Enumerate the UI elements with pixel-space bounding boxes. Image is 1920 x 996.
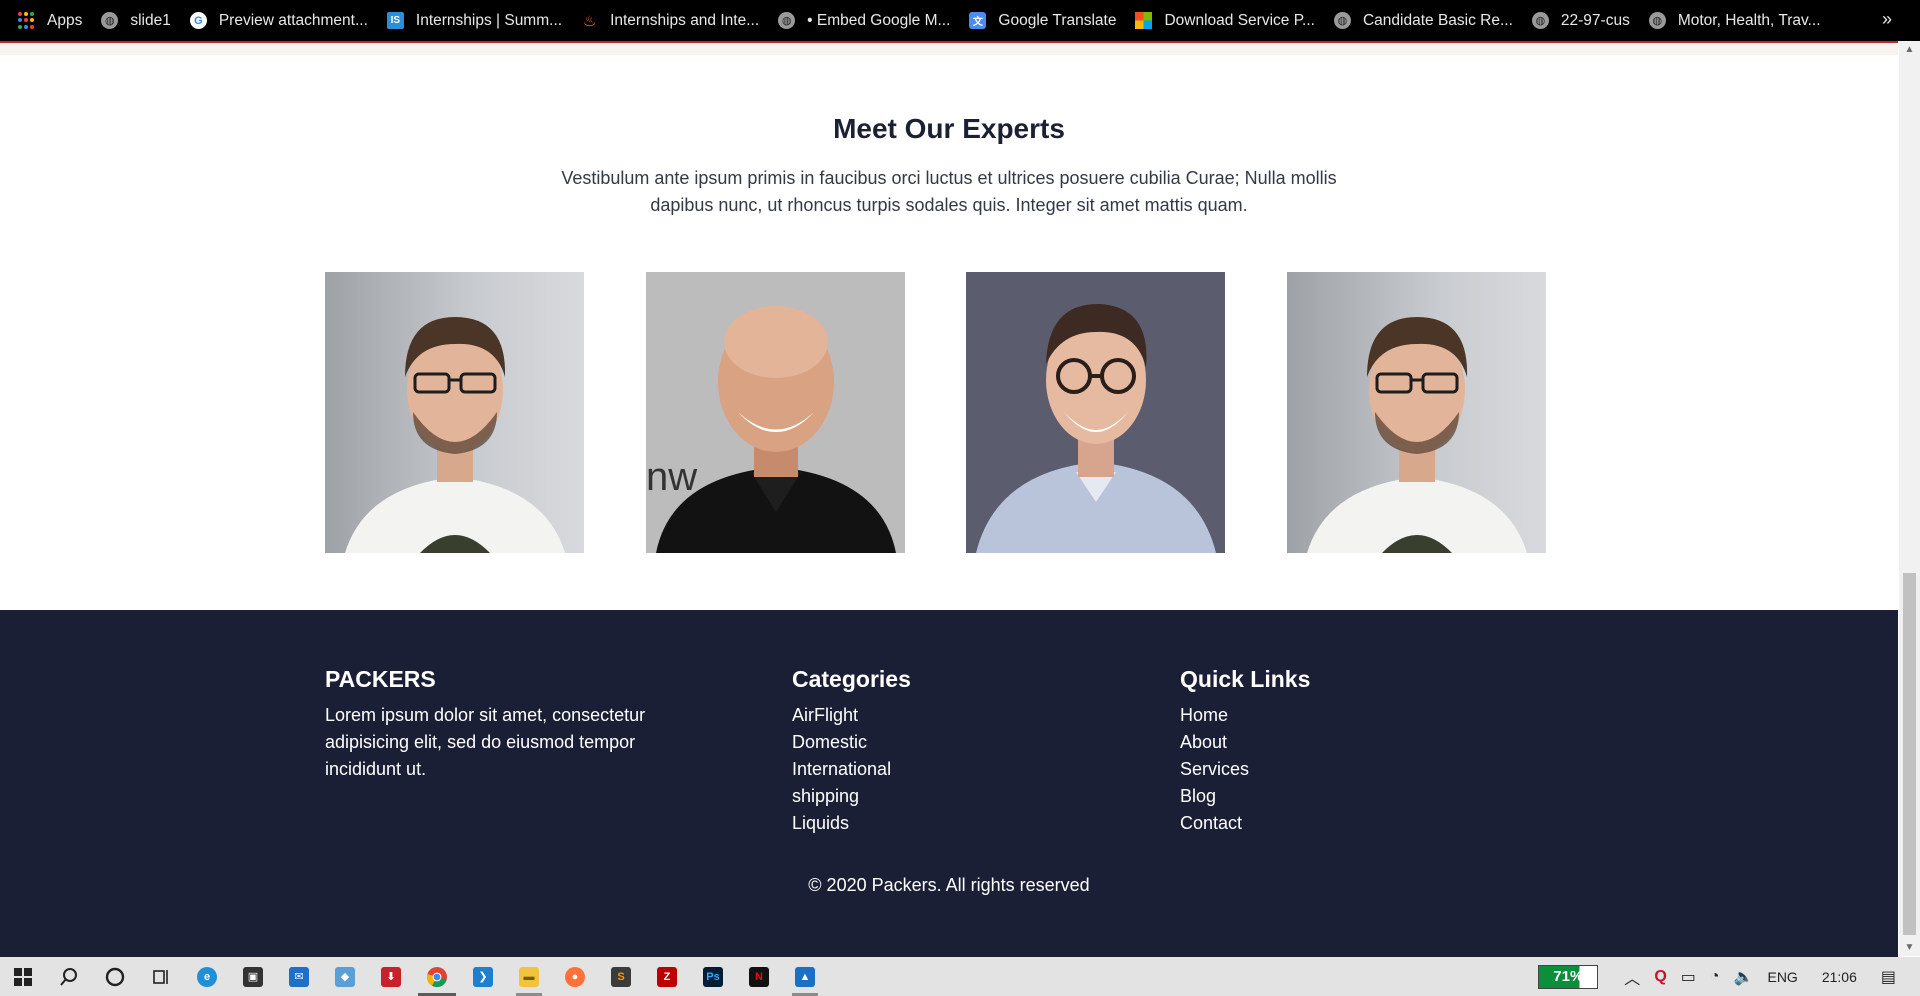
store-icon[interactable]: ▣ — [230, 957, 276, 996]
bookmark-label: slide1 — [130, 11, 171, 29]
footer-brand-text: Lorem ipsum dolor sit amet, consectetur … — [325, 705, 646, 779]
task-view-icon[interactable] — [138, 957, 184, 996]
mail-icon[interactable]: ✉ — [276, 957, 322, 996]
google-icon: G — [189, 12, 207, 29]
chrome-icon[interactable] — [414, 957, 460, 996]
bookmark-candidate-basic[interactable]: ◍ Candidate Basic Re... — [1333, 11, 1513, 30]
wifi-icon[interactable]: ◔ — [1710, 968, 1720, 986]
bookmark-label: Motor, Health, Trav... — [1677, 11, 1821, 29]
scroll-down-arrow-icon[interactable]: ▼ — [1899, 939, 1920, 956]
quick-heal-icon[interactable]: Q — [1654, 968, 1666, 986]
clock[interactable]: 21:06 — [1822, 969, 1857, 985]
bookmark-label: Preview attachment... — [218, 11, 368, 29]
bookmark-apps[interactable]: Apps — [18, 12, 82, 30]
windows-taskbar: e ▣ ✉ ◆ ⬇ ❯ ▬ ● S Z Ps N ▲ 71% ︿ Q ▭ ◔ 🔈… — [0, 957, 1920, 996]
bookmark-motor-health[interactable]: ◍ Motor, Health, Trav... — [1648, 11, 1821, 30]
footer-quick-links-title: Quick Links — [1180, 666, 1311, 692]
flame-icon: ♨ — [582, 12, 597, 30]
bookmark-label: Apps — [47, 11, 83, 29]
app-icon[interactable]: ◆ — [322, 957, 368, 996]
globe-icon: ◍ — [1648, 12, 1666, 29]
bookmark-22-97-cus[interactable]: ◍ 22-97-cus — [1531, 11, 1630, 30]
globe-icon: ◍ — [778, 12, 796, 29]
battery-icon[interactable]: ▭ — [1681, 967, 1696, 987]
expert-photo-3 — [966, 272, 1225, 553]
battery-indicator[interactable]: 71% — [1538, 964, 1599, 989]
scroll-thumb[interactable] — [1903, 573, 1916, 935]
downloader-icon[interactable]: ⬇ — [368, 957, 414, 996]
file-explorer-icon[interactable]: ▬ — [506, 957, 552, 996]
category-link-liquids[interactable]: Liquids — [792, 810, 891, 837]
quick-link-contact[interactable]: Contact — [1180, 810, 1249, 837]
scroll-up-arrow-icon[interactable]: ▲ — [1899, 41, 1920, 58]
volume-icon[interactable]: 🔈 — [1734, 967, 1754, 987]
netflix-icon[interactable]: N — [736, 957, 782, 996]
chevron-up-icon[interactable]: ︿ — [1624, 965, 1640, 989]
notifications-icon[interactable]: ▤ — [1881, 967, 1896, 987]
bookmark-embed-google-maps[interactable]: ◍ • Embed Google M... — [778, 12, 950, 30]
bookmark-google-translate[interactable]: 文 Google Translate — [969, 12, 1116, 30]
experts-description: Vestibulum ante ipsum primis in faucibus… — [561, 168, 1337, 215]
firefox-icon[interactable]: ● — [552, 957, 598, 996]
vscode-icon[interactable]: ❯ — [460, 957, 506, 996]
internshala-icon: IS — [386, 12, 404, 29]
more-bookmarks-button[interactable]: » — [1882, 9, 1892, 30]
globe-icon: ◍ — [1531, 12, 1549, 29]
quick-link-blog[interactable]: Blog — [1180, 783, 1249, 810]
bookmark-label: Download Service P... — [1164, 11, 1315, 29]
bookmark-slide1[interactable]: ◍ slide1 — [101, 12, 171, 30]
experts-title: Meet Our Experts — [833, 113, 1065, 144]
bookmark-label: Candidate Basic Re... — [1362, 11, 1513, 29]
sublime-text-icon[interactable]: S — [598, 957, 644, 996]
category-link-domestic[interactable]: Domestic — [792, 729, 891, 756]
footer-brand-title: PACKERS — [325, 666, 436, 692]
svg-text:nw: nw — [646, 455, 697, 499]
globe-icon: ◍ — [101, 12, 119, 29]
translate-icon: 文 — [969, 12, 987, 29]
apps-grid-icon — [18, 12, 35, 29]
photoshop-icon[interactable]: Ps — [690, 957, 736, 996]
category-link-airflight[interactable]: AirFlight — [792, 702, 891, 729]
expert-photo-4 — [1287, 272, 1546, 553]
category-link-shipping[interactable]: shipping — [792, 783, 891, 810]
footer-categories-list: AirFlight Domestic International shippin… — [792, 702, 891, 837]
system-tray: 71% ︿ Q ▭ ◔ 🔈 ENG 21:06 ▤ — [1538, 957, 1920, 996]
header-strip — [0, 43, 1898, 55]
search-icon[interactable] — [46, 957, 92, 996]
footer-quick-links-list: Home About Services Blog Contact — [1180, 702, 1249, 837]
edge-browser-icon[interactable]: e — [184, 957, 230, 996]
bookmark-internships-summer[interactable]: IS Internships | Summ... — [386, 11, 563, 30]
category-link-international[interactable]: International — [792, 756, 891, 783]
language-indicator[interactable]: ENG — [1767, 969, 1797, 985]
quick-link-about[interactable]: About — [1180, 729, 1249, 756]
bookmark-label: • Embed Google M... — [807, 11, 951, 29]
expert-photo-1 — [325, 272, 584, 553]
expert-photo-2: nw — [646, 272, 905, 553]
bookmark-label: Internships and Inte... — [610, 11, 760, 29]
bookmark-label: Google Translate — [998, 11, 1117, 29]
photos-icon[interactable]: ▲ — [782, 957, 828, 996]
copyright-text: © 2020 Packers. All rights reserved — [808, 875, 1090, 895]
quick-link-services[interactable]: Services — [1180, 756, 1249, 783]
globe-icon: ◍ — [1333, 12, 1351, 29]
filezilla-icon[interactable]: Z — [644, 957, 690, 996]
bookmark-internships-and-inte[interactable]: ♨ Internships and Inte... — [581, 12, 759, 30]
site-footer: PACKERS Lorem ipsum dolor sit amet, cons… — [0, 610, 1898, 957]
cortana-icon[interactable] — [92, 957, 138, 996]
microsoft-icon — [1135, 12, 1153, 29]
footer-categories-title: Categories — [792, 666, 911, 692]
windows-start-icon[interactable] — [0, 957, 46, 996]
quick-link-home[interactable]: Home — [1180, 702, 1249, 729]
page-scrollbar[interactable]: ▲ ▼ — [1899, 41, 1920, 956]
bookmark-label: 22-97-cus — [1560, 11, 1630, 29]
bookmark-label: Internships | Summ... — [415, 11, 563, 29]
bookmark-download-service[interactable]: Download Service P... — [1135, 12, 1315, 30]
bookmarks-bar: Apps ◍ slide1 G Preview attachment... IS… — [0, 0, 1920, 41]
bookmark-preview-attachment[interactable]: G Preview attachment... — [189, 11, 368, 30]
